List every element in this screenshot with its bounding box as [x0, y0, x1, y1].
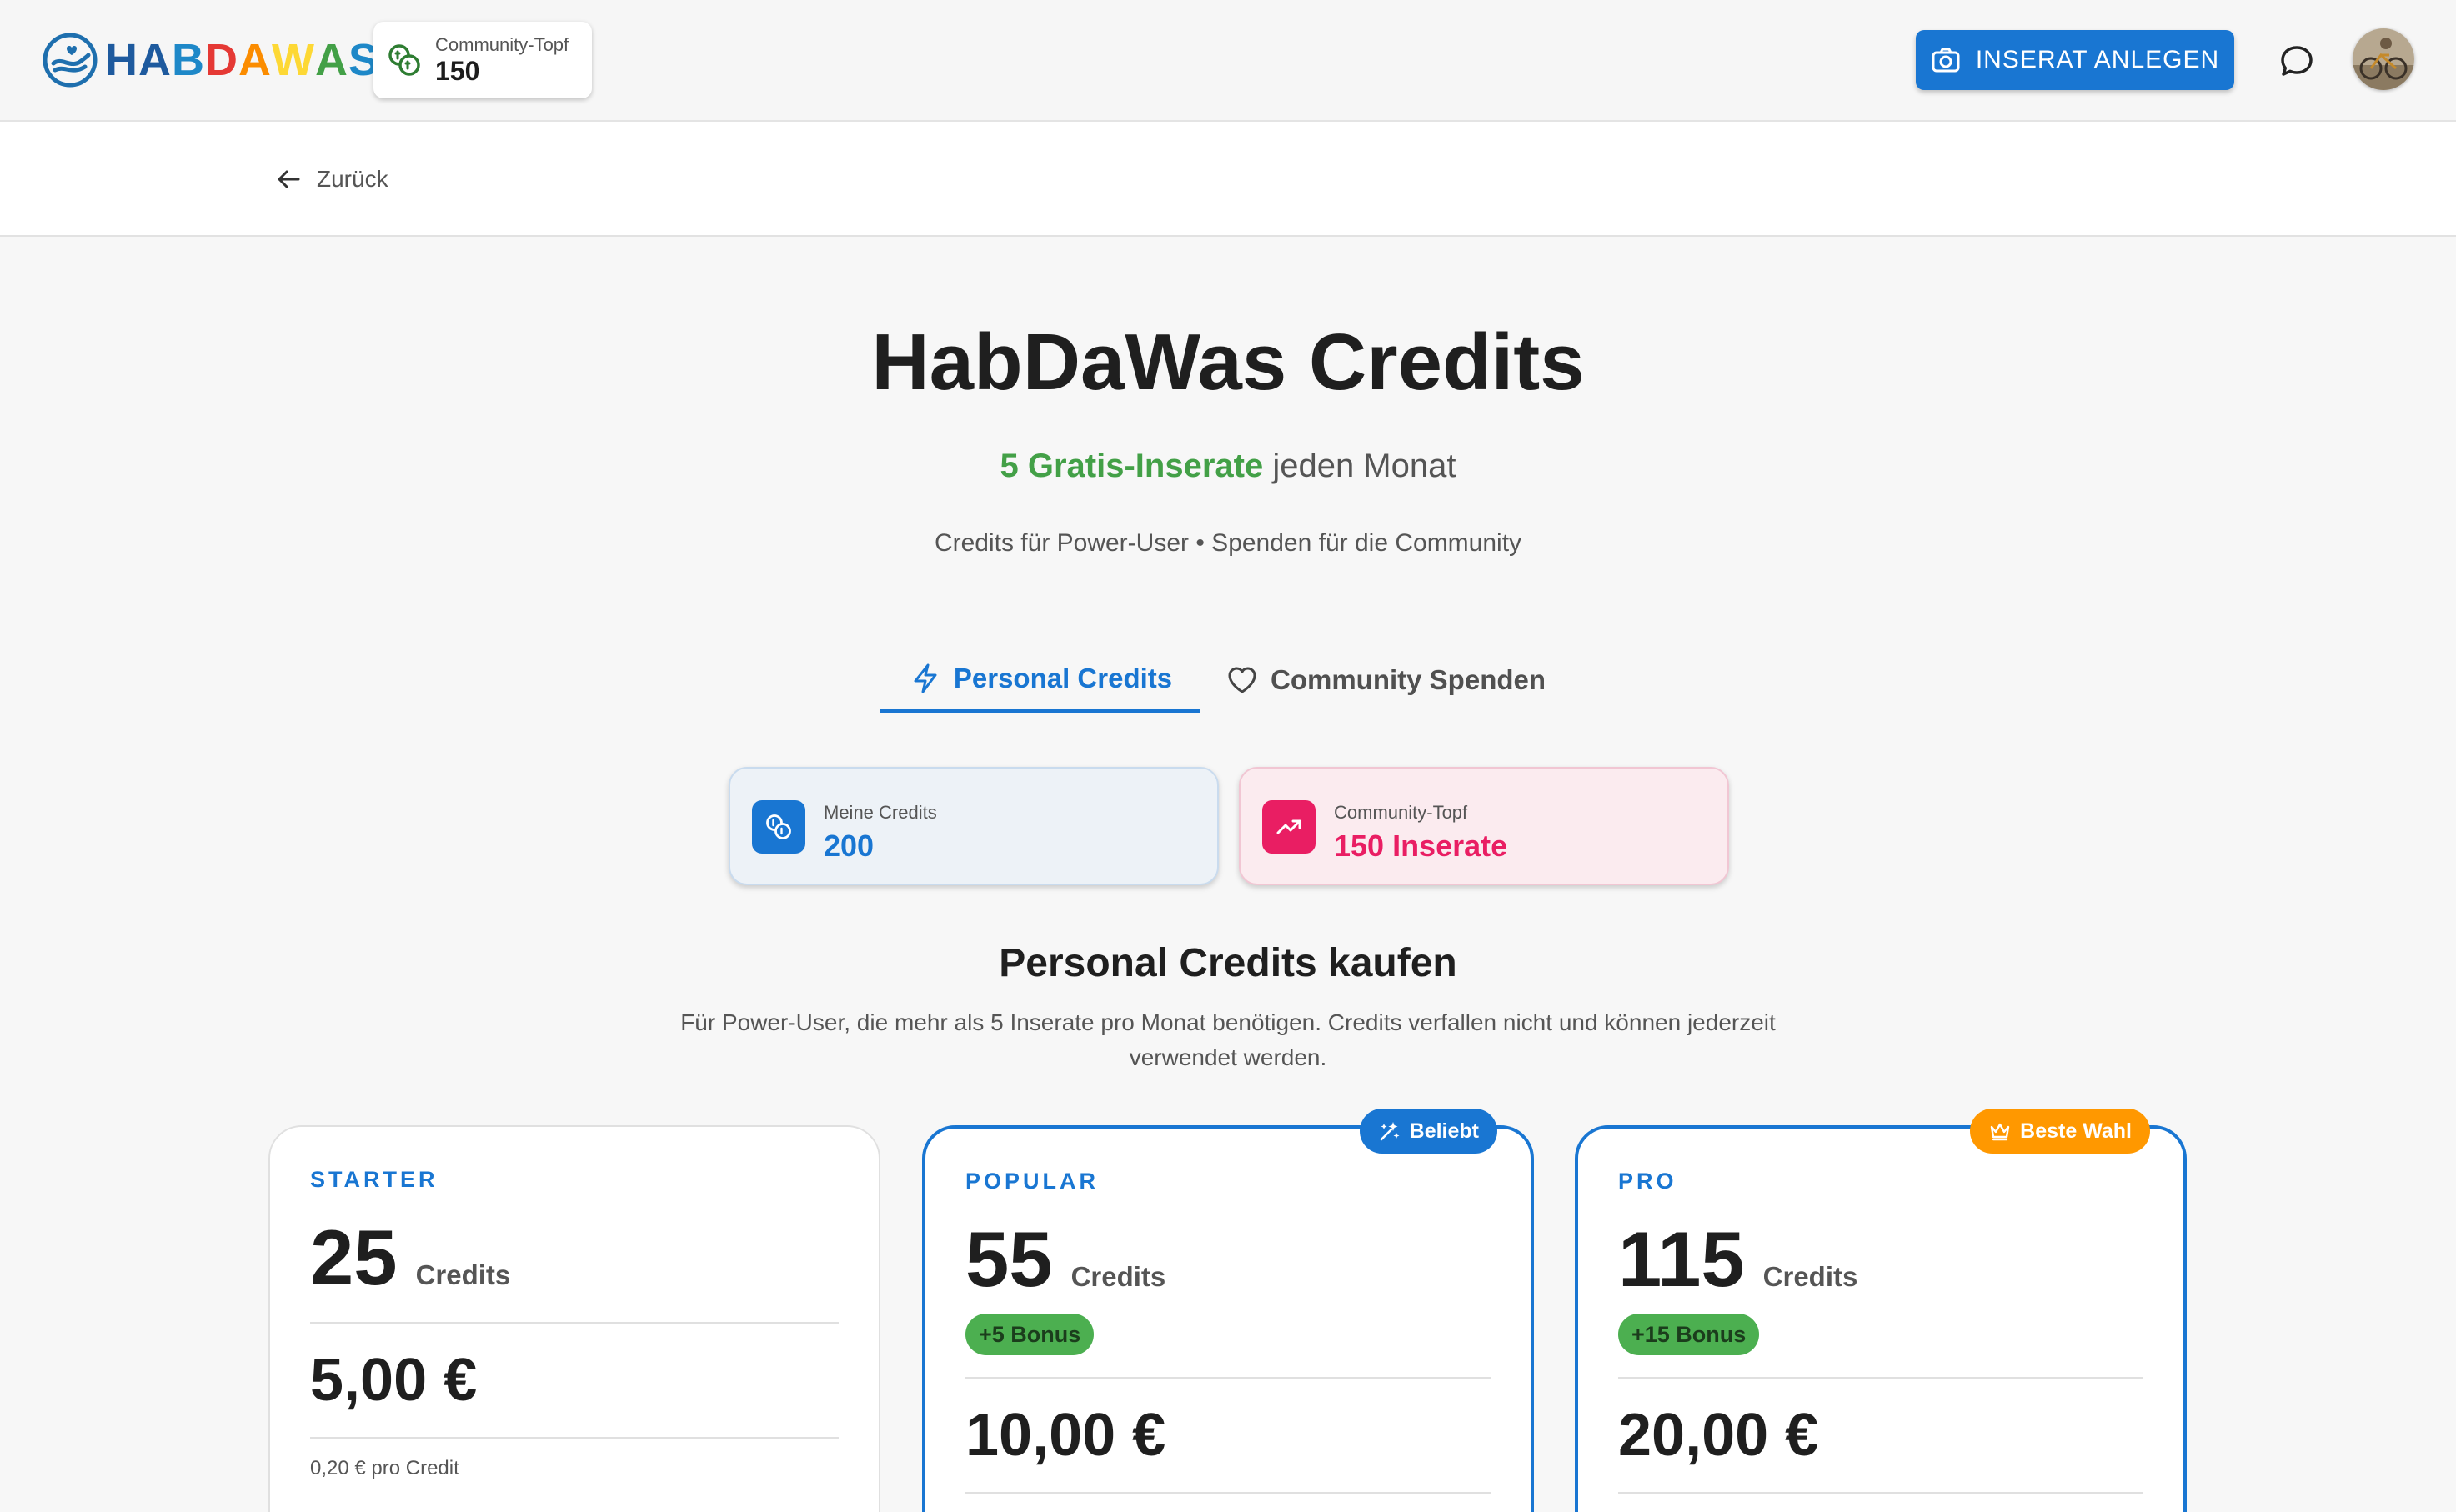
- bonus-chip: +5 Bonus: [965, 1314, 1095, 1355]
- logo-letter: A: [238, 35, 272, 85]
- arrow-left-icon: [278, 170, 300, 188]
- plan-name: PRO: [1618, 1169, 1677, 1194]
- create-listing-button[interactable]: INSERAT ANLEGEN: [1916, 30, 2234, 90]
- coins-icon: [752, 800, 805, 854]
- section-title: Personal Credits kaufen: [999, 941, 1457, 985]
- camera-icon: [1932, 48, 1960, 73]
- back-button[interactable]: Zurück: [273, 158, 388, 200]
- plan-credits-unit: Credits: [415, 1259, 511, 1290]
- my-credits-card: Meine Credits 200: [729, 767, 1219, 885]
- tab-label: Personal Credits: [953, 662, 1173, 693]
- community-pot-value: 150 Inserate: [1334, 829, 1508, 863]
- my-credits-label: Meine Credits: [824, 802, 937, 823]
- community-pot-chip[interactable]: Community-Topf 150: [373, 22, 592, 98]
- community-pot-card: Community-Topf 150 Inserate: [1239, 767, 1729, 885]
- logo-letter: B: [172, 35, 205, 85]
- plan-name: POPULAR: [965, 1169, 1100, 1194]
- crown-icon: [1990, 1123, 2010, 1141]
- create-listing-label: INSERAT ANLEGEN: [1975, 46, 2220, 73]
- divider: [965, 1492, 1491, 1494]
- pot-value: 150: [435, 56, 480, 86]
- lightning-icon: [914, 663, 937, 693]
- logo-letter: W: [272, 35, 315, 85]
- page-tagline: Credits für Power-User • Spenden für die…: [934, 529, 1522, 557]
- plan-credits-unit: Credits: [1070, 1261, 1166, 1292]
- user-avatar[interactable]: [2353, 28, 2414, 90]
- avatar-photo: [2353, 28, 2414, 90]
- plan-price-per-credit: 0,20 € pro Credit: [310, 1457, 459, 1479]
- logo-letter: A: [314, 35, 348, 85]
- plan-credits-unit: Credits: [1762, 1261, 1858, 1292]
- chat-bubble-icon[interactable]: [2279, 43, 2314, 78]
- divider: [310, 1322, 839, 1324]
- coins-icon: [388, 44, 420, 76]
- top-app-bar: HABDAWAS Community-Topf 150 INSERAT ANLE…: [0, 0, 2456, 122]
- tab-community-donations[interactable]: Community Spenden: [1225, 647, 1546, 713]
- tab-personal-credits[interactable]: Personal Credits: [880, 647, 1200, 713]
- plan-card-starter[interactable]: STARTER 25 Credits 5,00 € 0,20 € pro Cre…: [268, 1125, 880, 1512]
- free-listings-highlight: 5 Gratis-Inserate: [1000, 448, 1264, 484]
- free-listings-subtitle: 5 Gratis-Inserate jeden Monat: [0, 445, 2456, 487]
- pot-label: Community-Topf: [435, 34, 569, 55]
- app-logo[interactable]: HABDAWAS: [42, 32, 379, 88]
- plan-name: STARTER: [310, 1167, 439, 1192]
- divider: [1618, 1377, 2143, 1379]
- logo-letter: A: [138, 35, 172, 85]
- trending-up-icon: [1262, 800, 1316, 854]
- plan-credits-amount: 115: [1618, 1215, 1745, 1303]
- plan-price: 10,00 €: [965, 1402, 1166, 1469]
- my-credits-value: 200: [824, 829, 875, 863]
- logo-letter: H: [105, 35, 138, 85]
- bonus-chip: +15 Bonus: [1618, 1314, 1760, 1355]
- logo-letter: D: [205, 35, 238, 85]
- popular-badge-label: Beliebt: [1409, 1119, 1479, 1143]
- logo-wordmark: HABDAWAS: [105, 32, 379, 88]
- page-title: HabDaWas Credits: [871, 318, 1585, 407]
- sparkle-icon: [1380, 1122, 1400, 1141]
- popular-badge: Beliebt: [1359, 1109, 1497, 1154]
- plan-price: 5,00 €: [310, 1347, 478, 1414]
- section-description: Für Power-User, die mehr als 5 Inserate …: [680, 1009, 1776, 1070]
- plan-card-popular[interactable]: Beliebt POPULAR 55 Credits +5 Bonus 10,0…: [922, 1109, 1534, 1512]
- community-pot-label: Community-Topf: [1334, 802, 1468, 823]
- free-listings-rest: jeden Monat: [1263, 448, 1456, 484]
- plan-credits-amount: 25: [310, 1214, 398, 1301]
- back-label: Zurück: [317, 166, 388, 192]
- divider: [1618, 1492, 2143, 1494]
- plan-card-pro[interactable]: Beste Wahl PRO 115 Credits +15 Bonus 20,…: [1575, 1109, 2187, 1512]
- divider: [310, 1437, 839, 1439]
- divider: [965, 1377, 1491, 1379]
- hands-heart-icon: [43, 33, 98, 88]
- back-bar: Zurück: [0, 122, 2456, 237]
- best-choice-badge: Beste Wahl: [1970, 1109, 2150, 1154]
- plan-credits-amount: 55: [965, 1215, 1053, 1303]
- best-choice-badge-label: Beste Wahl: [2020, 1119, 2132, 1143]
- tab-label: Community Spenden: [1271, 664, 1546, 695]
- heart-icon: [1228, 667, 1256, 693]
- plan-price: 20,00 €: [1618, 1402, 1819, 1469]
